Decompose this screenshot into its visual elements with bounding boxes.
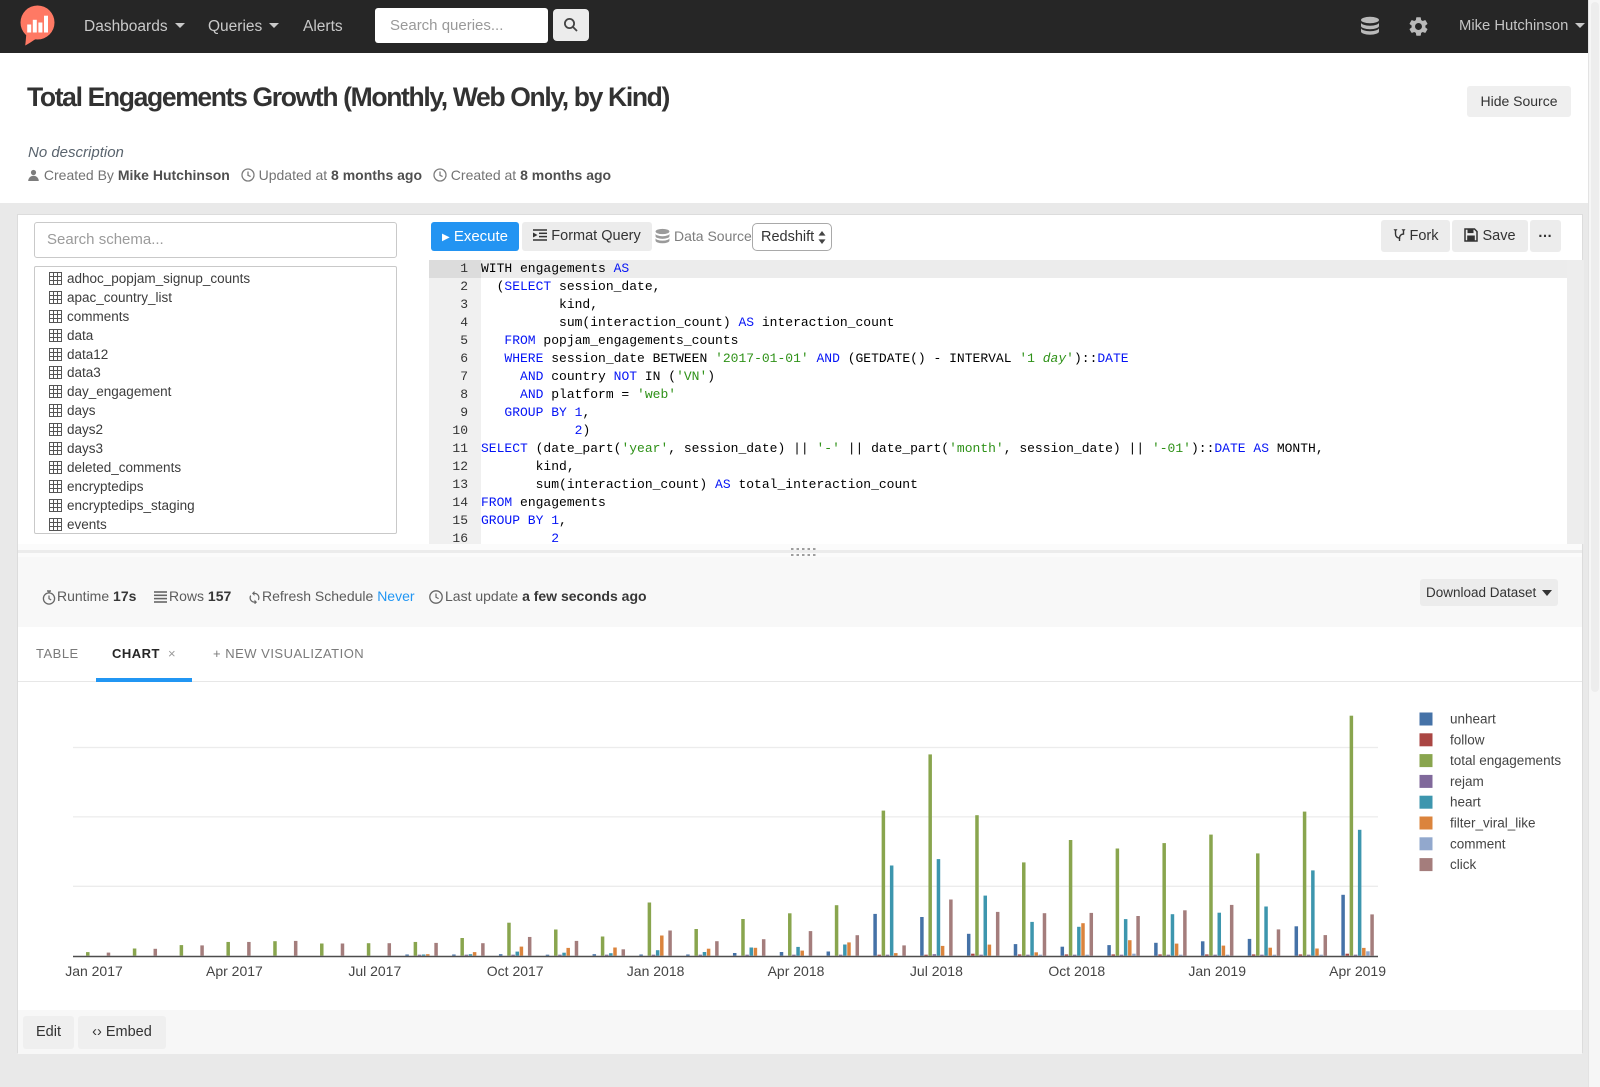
svg-text:filter_viral_like: filter_viral_like <box>1450 816 1536 831</box>
svg-text:click: click <box>1450 857 1476 872</box>
svg-text:Oct 2018: Oct 2018 <box>1048 963 1105 979</box>
svg-text:Jan 2017: Jan 2017 <box>65 963 123 979</box>
svg-text:Oct 2017: Oct 2017 <box>487 963 544 979</box>
svg-text:total engagements: total engagements <box>1450 753 1561 768</box>
svg-text:Apr 2018: Apr 2018 <box>768 963 825 979</box>
svg-text:Jul 2018: Jul 2018 <box>910 963 963 979</box>
svg-text:Jan 2018: Jan 2018 <box>627 963 685 979</box>
svg-text:comment: comment <box>1450 836 1506 851</box>
svg-text:follow: follow <box>1450 732 1485 747</box>
svg-text:Apr 2017: Apr 2017 <box>206 963 263 979</box>
svg-text:Apr 2019: Apr 2019 <box>1329 963 1386 979</box>
svg-text:Jan 2019: Jan 2019 <box>1188 963 1246 979</box>
svg-text:rejam: rejam <box>1450 774 1484 789</box>
svg-text:heart: heart <box>1450 795 1481 810</box>
svg-text:Jul 2017: Jul 2017 <box>348 963 401 979</box>
svg-text:unheart: unheart <box>1450 712 1496 727</box>
